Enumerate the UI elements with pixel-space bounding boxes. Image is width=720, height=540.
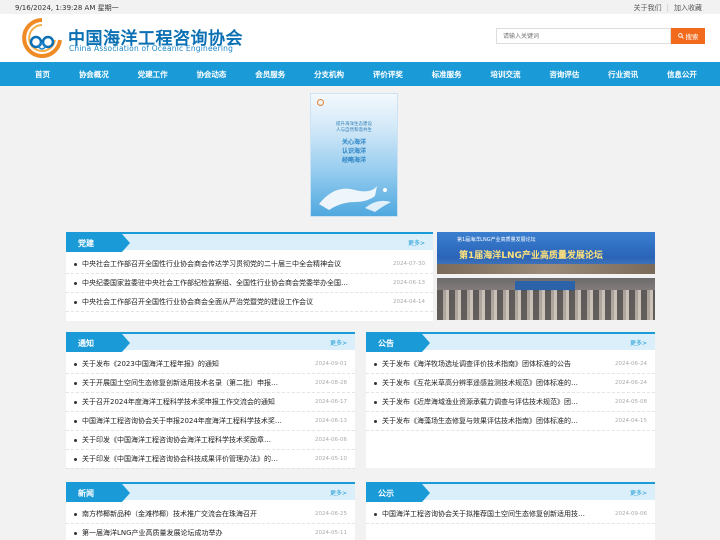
nav-item[interactable]: 会员服务 <box>255 69 285 80</box>
list-item[interactable]: 关于开展国土空间生态修复创新适用技术名录（第二批）申报… 2024-08-28 <box>66 374 355 393</box>
nav-item[interactable]: 培训交流 <box>491 69 521 80</box>
dolphin-icon <box>319 186 391 212</box>
nav-item[interactable]: 党建工作 <box>138 69 168 80</box>
panel-header: 公告 更多> <box>366 332 655 352</box>
nav-item[interactable]: 行业资讯 <box>608 69 638 80</box>
panel-title: 党建 <box>66 234 130 252</box>
about-us-link[interactable]: 关于我们 <box>629 4 667 12</box>
association-logo-icon[interactable] <box>20 16 64 60</box>
list-item[interactable]: 中央社会工作部召开全国性行业协会商会全面从严治党暨党的建设工作会议 2024-04… <box>66 293 433 312</box>
news-panel: 新闻 更多> 南方栉椰新品种（金滩栉椰）技术推广交流会在珠海召开 2024-06-… <box>66 482 355 540</box>
list-item[interactable]: 关于发布《海藻场生态修复与效果评估技术指南》团体标准的… 2024-04-15 <box>366 412 655 431</box>
nav-item[interactable]: 咨询评估 <box>549 69 579 80</box>
nav-item[interactable]: 首页 <box>35 69 50 80</box>
nav-item[interactable]: 标准服务 <box>432 69 462 80</box>
list-item[interactable]: 关于发布《2023中国海洋工程年报》的通知 2024-09-01 <box>66 355 355 374</box>
more-link[interactable]: 更多> <box>330 488 347 497</box>
list-item[interactable]: 关于印发《中国海洋工程咨询协会海洋工程科学技术奖励章… 2024-06-06 <box>66 431 355 450</box>
list-item[interactable]: 关于印发《中国海洋工程咨询协会科技成果评价管理办法》的… 2024-05-10 <box>66 450 355 469</box>
panel-title: 公示 <box>366 484 430 502</box>
bulletin-list: 关于发布《海洋牧场选址调查评价技术指南》团体标准的公告 2024-06-24 关于… <box>366 355 655 431</box>
nav-item[interactable]: 信息公开 <box>667 69 697 80</box>
announce-panel: 公示 更多> 中国海洋工程咨询协会关于拟推荐国土空间生态修复创新适用技… 2024… <box>366 482 655 540</box>
current-datetime: 9/16/2024, 1:39:28 AM 星期一 <box>15 4 119 12</box>
banner-logo-icon <box>317 99 324 106</box>
list-item[interactable]: 中央纪委国家监委驻中央社会工作部纪检监察组、全国性行业协会商会党委举办全国… 20… <box>66 274 433 293</box>
more-link[interactable]: 更多> <box>630 338 647 347</box>
list-item[interactable]: 关于发布《海洋牧场选址调查评价技术指南》团体标准的公告 2024-06-24 <box>366 355 655 374</box>
meeting-photo <box>437 278 655 320</box>
more-link[interactable]: 更多> <box>630 488 647 497</box>
promo-banner[interactable]: 提升海洋生态建设 人与自然和谐共生 关心海洋 认识海洋 经略海洋 <box>310 93 398 217</box>
nav-item[interactable]: 评价评奖 <box>373 69 403 80</box>
panel-header: 公示 更多> <box>366 482 655 502</box>
nav-item[interactable]: 协会概况 <box>79 69 109 80</box>
list-item[interactable]: 南方栉椰新品种（金滩栉椰）技术推广交流会在珠海召开 2024-06-25 <box>66 505 355 524</box>
panel-header: 党建 更多> <box>66 232 433 252</box>
list-item[interactable]: 第一届海洋LNG产业高质量发展论坛成功举办 2024-05-11 <box>66 524 355 540</box>
panel-title: 公告 <box>366 334 430 352</box>
search-icon <box>677 33 684 39</box>
list-item[interactable]: 中国海洋工程咨询协会关于拟推荐国土空间生态修复创新适用技… 2024-09-06 <box>366 505 655 524</box>
panel-title: 新闻 <box>66 484 130 502</box>
news-list: 南方栉椰新品种（金滩栉椰）技术推广交流会在珠海召开 2024-06-25 第一届海… <box>66 505 355 540</box>
party-list: 中央社会工作部召开全国性行业协会商会传达学习贯彻党的二十届三中全会精神会议 202… <box>66 255 433 312</box>
list-item[interactable]: 关于召开2024年度海洋工程科学技术奖申报工作交流会的通知 2024-06-17 <box>66 393 355 412</box>
top-bar: 9/16/2024, 1:39:28 AM 星期一 关于我们 | 加入收藏 <box>0 0 720 14</box>
list-item[interactable]: 中央社会工作部召开全国性行业协会商会传达学习贯彻党的二十届三中全会精神会议 202… <box>66 255 433 274</box>
banner-slogan: 关心海洋 认识海洋 经略海洋 <box>341 139 366 164</box>
list-item[interactable]: 关于发布《互花米草高分辨率遥感监测技术规范》团体标准的… 2024-06-24 <box>366 374 655 393</box>
search-button-label: 搜索 <box>685 33 699 41</box>
list-item[interactable]: 关于发布《近岸海域渔业资源承载力调查与评估技术规范》团… 2024-05-08 <box>366 393 655 412</box>
nav-item[interactable]: 协会动态 <box>196 69 226 80</box>
search-button[interactable]: 搜索 <box>671 28 705 44</box>
news-photo-carousel[interactable]: 第1届海洋LNG产业高质量发展论坛 第1届海洋LNG产业高质量发展论坛 <box>437 232 655 320</box>
header: 中国海洋工程咨询协会 China Association of Oceanic … <box>0 14 720 62</box>
brand-name-en: China Association of Oceanic Engineering <box>69 44 234 53</box>
panel-title: 通知 <box>66 334 130 352</box>
notice-panel: 通知 更多> 关于发布《2023中国海洋工程年报》的通知 2024-09-01 关… <box>66 332 355 469</box>
forum-photo: 第1届海洋LNG产业高质量发展论坛 第1届海洋LNG产业高质量发展论坛 <box>437 232 655 274</box>
more-link[interactable]: 更多> <box>330 338 347 347</box>
notice-list: 关于发布《2023中国海洋工程年报》的通知 2024-09-01 关于开展国土空间… <box>66 355 355 469</box>
bulletin-panel: 公告 更多> 关于发布《海洋牧场选址调查评价技术指南》团体标准的公告 2024-0… <box>366 332 655 468</box>
party-panel: 党建 更多> 中央社会工作部召开全国性行业协会商会传达学习贯彻党的二十届三中全会… <box>66 232 433 321</box>
panel-header: 新闻 更多> <box>66 482 355 502</box>
nav-item[interactable]: 分支机构 <box>314 69 344 80</box>
panel-header: 通知 更多> <box>66 332 355 352</box>
banner-tagline: 提升海洋生态建设 人与自然和谐共生 <box>336 122 372 133</box>
add-favorite-link[interactable]: 加入收藏 <box>669 4 707 12</box>
list-item[interactable]: 中国海洋工程咨询协会关于申报2024年度海洋工程科学技术奖… 2024-06-13 <box>66 412 355 431</box>
search-input[interactable] <box>496 28 671 44</box>
top-links: 关于我们 | 加入收藏 <box>629 3 707 13</box>
announce-list: 中国海洋工程咨询协会关于拟推荐国土空间生态修复创新适用技… 2024-09-06 <box>366 505 655 524</box>
main-nav: 首页 协会概况 党建工作 协会动态 会员服务 分支机构 评价评奖 标准服务 培训… <box>0 62 720 86</box>
more-link[interactable]: 更多> <box>408 238 425 247</box>
